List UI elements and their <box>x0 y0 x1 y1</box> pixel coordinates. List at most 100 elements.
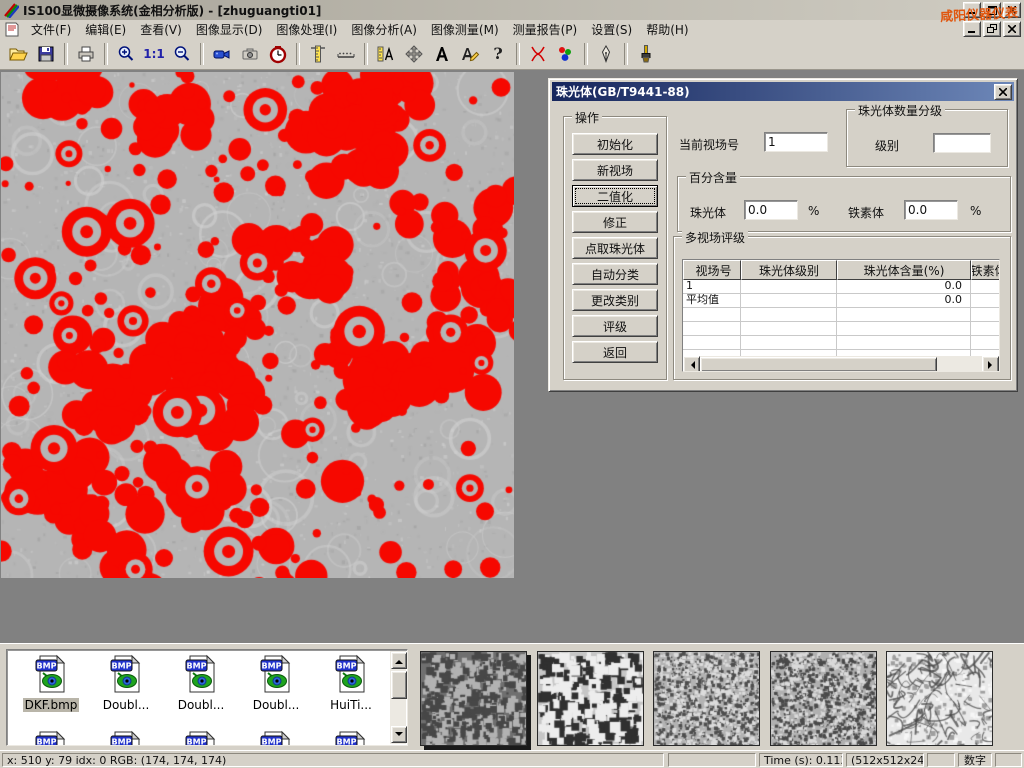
print-button[interactable] <box>72 40 100 68</box>
rgb-points-icon <box>556 44 576 64</box>
zoom-in-button[interactable] <box>112 40 140 68</box>
menu-item-image-process[interactable]: 图像处理(I) <box>269 20 344 39</box>
column-ferrite-content[interactable]: 铁素体含量(%) <box>971 260 1000 280</box>
brush-button[interactable] <box>632 40 660 68</box>
actual-size-button[interactable]: 1:1 <box>140 40 168 68</box>
file-item[interactable]: Doubl... <box>240 654 312 712</box>
pick-pearlite-button[interactable]: 点取珠光体 <box>572 237 658 259</box>
menu-item-measure-report[interactable]: 测量报告(P) <box>506 20 585 39</box>
change-class-button[interactable]: 更改类别 <box>572 289 658 311</box>
menu-item-settings[interactable]: 设置(S) <box>584 20 639 39</box>
thumbnail-image-4[interactable] <box>770 651 877 746</box>
metallographic-image[interactable] <box>1 72 514 578</box>
file-item[interactable]: DKF.bmp <box>15 654 87 712</box>
file-item[interactable]: HuiTi... <box>315 654 387 712</box>
column-pearlite-grade[interactable]: 珠光体级别 <box>741 260 837 280</box>
pearlite-dialog: 珠光体(GB/T9441-88) 操作 初始化 新视场 二值化 修正 点取珠光体… <box>548 78 1018 392</box>
maximize-button[interactable] <box>983 2 1001 18</box>
file-item[interactable] <box>165 730 237 746</box>
text-button[interactable] <box>428 40 456 68</box>
horizontal-ruler-button[interactable] <box>332 40 360 68</box>
bmp-file-icon <box>259 654 293 694</box>
color-points-button[interactable] <box>552 40 580 68</box>
menu-item-image-measure[interactable]: 图像测量(M) <box>424 20 506 39</box>
file-list[interactable]: DKF.bmp Doubl... Doubl... Doubl... HuiTi… <box>6 649 408 746</box>
auto-classify-button[interactable]: 自动分类 <box>572 263 658 285</box>
thumbnail-image-5[interactable] <box>886 651 993 746</box>
file-item[interactable] <box>15 730 87 746</box>
grade-input[interactable] <box>933 133 991 153</box>
table-row[interactable]: 1 0.0 <box>683 280 999 294</box>
scroll-right-button[interactable] <box>982 356 999 372</box>
open-button[interactable] <box>4 40 32 68</box>
return-button[interactable]: 返回 <box>572 341 658 363</box>
file-panel: DKF.bmp Doubl... Doubl... Doubl... HuiTi… <box>0 643 1024 751</box>
ruler-text-icon <box>376 44 396 64</box>
status-empty-panel <box>995 753 1022 767</box>
rating-table: 视场号 珠光体级别 珠光体含量(%) 铁素体含量(%) 1 0.0 平均值 0.… <box>682 259 1000 372</box>
init-button[interactable]: 初始化 <box>572 133 658 155</box>
percent-group: 百分含量 珠光体 % 铁素体 % <box>677 176 1011 232</box>
timer-button[interactable] <box>264 40 292 68</box>
column-pearlite-content[interactable]: 珠光体含量(%) <box>837 260 971 280</box>
file-name: Doubl... <box>251 698 302 712</box>
scroll-down-button[interactable] <box>391 726 407 743</box>
thumbnail-image-2[interactable] <box>537 651 644 746</box>
menu-item-file[interactable]: 文件(F) <box>24 20 78 39</box>
mdi-restore-button[interactable] <box>983 21 1001 37</box>
table-row[interactable]: 平均值 0.0 <box>683 294 999 308</box>
help-button[interactable]: ? <box>484 40 512 68</box>
menu-item-help[interactable]: 帮助(H) <box>639 20 695 39</box>
current-field-input[interactable] <box>764 132 828 152</box>
file-item[interactable] <box>90 730 162 746</box>
file-item[interactable]: Doubl... <box>90 654 162 712</box>
file-item[interactable]: Doubl... <box>165 654 237 712</box>
binarize-button[interactable]: 二值化 <box>572 185 658 207</box>
multi-field-group: 多视场评级 视场号 珠光体级别 珠光体含量(%) 铁素体含量(%) 1 0.0 … <box>673 236 1011 380</box>
pen-button[interactable] <box>592 40 620 68</box>
mdi-minimize-button[interactable] <box>963 21 981 37</box>
file-item[interactable] <box>240 730 312 746</box>
thumbnail-image-3[interactable] <box>653 651 760 746</box>
curve-tool-button[interactable] <box>524 40 552 68</box>
scroll-left-button[interactable] <box>683 356 700 372</box>
correct-button[interactable]: 修正 <box>572 211 658 233</box>
ferrite-input[interactable] <box>904 200 958 220</box>
measure-label-button[interactable] <box>372 40 400 68</box>
horizontal-scrollbar[interactable] <box>683 356 999 371</box>
menu-item-image-display[interactable]: 图像显示(D) <box>189 20 270 39</box>
annotate-button[interactable] <box>456 40 484 68</box>
zoom-out-button[interactable] <box>168 40 196 68</box>
vertical-scrollbar[interactable] <box>390 651 406 744</box>
dialog-title: 珠光体(GB/T9441-88) <box>556 83 690 100</box>
file-name: HuiTi... <box>328 698 374 712</box>
percent-group-label: 百分含量 <box>686 169 740 186</box>
column-field-number[interactable]: 视场号 <box>683 260 741 280</box>
dialog-titlebar[interactable]: 珠光体(GB/T9441-88) <box>552 82 1014 101</box>
save-button[interactable] <box>32 40 60 68</box>
scroll-up-button[interactable] <box>391 652 407 669</box>
scrollbar-thumb[interactable] <box>700 357 937 372</box>
menu-item-edit[interactable]: 编辑(E) <box>78 20 133 39</box>
dialog-close-button[interactable] <box>994 84 1012 100</box>
thumbnail-image-1[interactable] <box>420 651 527 746</box>
app-icon <box>3 2 19 18</box>
close-button[interactable] <box>1003 2 1021 18</box>
edit-text-icon <box>460 44 480 64</box>
menu-item-image-analysis[interactable]: 图像分析(A) <box>344 20 424 39</box>
vertical-ruler-button[interactable] <box>304 40 332 68</box>
camera-button[interactable] <box>236 40 264 68</box>
mdi-close-button[interactable] <box>1003 21 1021 37</box>
bmp-file-icon <box>34 654 68 694</box>
menu-item-view[interactable]: 查看(V) <box>133 20 189 39</box>
file-item[interactable] <box>315 730 387 746</box>
move-button[interactable] <box>400 40 428 68</box>
zoom-in-icon <box>116 44 136 64</box>
minimize-button[interactable] <box>963 2 981 18</box>
rate-button[interactable]: 评级 <box>572 315 658 337</box>
scrollbar-thumb[interactable] <box>391 671 407 699</box>
new-field-button[interactable]: 新视场 <box>572 159 658 181</box>
table-row-empty <box>683 308 999 322</box>
pearlite-input[interactable] <box>744 200 798 220</box>
capture-video-button[interactable] <box>208 40 236 68</box>
